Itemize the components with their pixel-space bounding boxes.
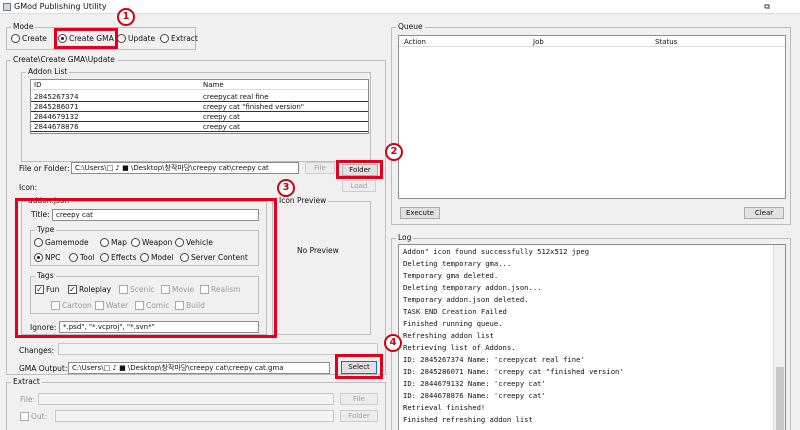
queue-header: Action Job Status [399, 38, 785, 47]
log-line: Finished running queue. [403, 319, 503, 328]
highlight-box-folder [336, 160, 383, 179]
column-name[interactable]: Name [203, 81, 224, 90]
queue-legend: Queue [396, 22, 425, 32]
mode-update-radio[interactable]: Update [117, 34, 155, 43]
addon-table[interactable]: ID Name 2845267374 creepycat real fine 2… [30, 79, 369, 134]
addon-name: creepy cat "finished version" [203, 103, 305, 111]
column-job[interactable]: Job [533, 38, 544, 47]
table-row[interactable]: 2845267374 creepycat real fine [31, 93, 368, 102]
log-scrollbar-thumb[interactable] [776, 367, 784, 430]
extract-legend: Extract [11, 377, 42, 387]
log-line: Temporary addon.json deleted. [403, 295, 529, 304]
addon-list-legend: Addon List [26, 67, 70, 77]
log-line: ID: 2845286071 Name: 'creepy cat "finish… [403, 367, 624, 376]
addon-name: creepycat real fine [203, 93, 269, 101]
clear-button[interactable]: Clear [744, 207, 784, 219]
column-status[interactable]: Status [655, 38, 677, 47]
icon-label: Icon: [19, 183, 38, 192]
file-or-folder-input[interactable]: C:\Users\□ ♪ ■ \Desktop\창작마당\creepy cat\… [71, 162, 299, 174]
load-icon-button[interactable]: Load [342, 180, 376, 192]
log-group: Log Addon" icon found successfully 512x5… [391, 233, 791, 430]
highlight-box-mode [54, 28, 118, 49]
restore-button[interactable]: ⧉ [764, 2, 770, 12]
log-line: Temporary gma deleted. [403, 271, 499, 280]
log-textbox[interactable]: Addon" icon found successfully 512x512 j… [398, 244, 786, 430]
log-line: Addon" icon found successfully 512x512 j… [403, 247, 590, 256]
file-or-folder-label: File or Folder: [19, 164, 70, 173]
highlight-box-addon-json [15, 198, 277, 338]
log-line: Deleting temporary gma... [403, 259, 512, 268]
table-row[interactable]: 2844679132 creepy cat [31, 113, 368, 122]
extract-file-input[interactable] [38, 393, 334, 405]
gma-output-input[interactable]: C:\Users\□ ♪ ■ \Desktop\창작마당\creepy cat\… [68, 362, 330, 374]
extract-group: Extract File: File Out: Folder [6, 377, 386, 430]
table-row[interactable]: 2844678876 creepy cat [31, 123, 368, 132]
column-action[interactable]: Action [404, 38, 426, 47]
log-line: TASK END Creation Failed [403, 307, 507, 316]
radio-indicator [11, 34, 20, 43]
addon-id: 2844678876 [34, 123, 79, 131]
log-line: Retrieval finished! [403, 403, 486, 412]
app-icon [3, 3, 11, 11]
checkbox-empty [20, 412, 29, 421]
changes-label: Changes: [19, 346, 55, 355]
extract-out-checkbox[interactable]: Out: [20, 412, 47, 421]
callout-1: 1 [117, 8, 135, 26]
addon-name: creepy cat [203, 123, 240, 131]
log-legend: Log [396, 233, 414, 243]
mode-extract-radio[interactable]: Extract [160, 34, 198, 43]
log-scrollbar[interactable] [773, 245, 785, 430]
highlight-box-select [335, 354, 383, 379]
log-line: Refreshing addon list [403, 331, 494, 340]
extract-folder-button[interactable]: Folder [340, 410, 378, 422]
extract-file-button[interactable]: File [340, 393, 378, 405]
callout-4: 4 [384, 334, 402, 352]
table-row[interactable]: 2845286071 creepy cat "finished version" [31, 103, 368, 112]
log-line: Retrieving list of Addons. [403, 343, 516, 352]
extract-file-label: File: [20, 395, 36, 404]
addon-id: 2845286071 [34, 103, 79, 111]
log-line: ID: 2844678876 Name: 'creepy cat' [403, 391, 546, 400]
no-preview-text: No Preview [297, 246, 339, 255]
create-panel-legend: Create\Create GMA\Update [11, 55, 117, 65]
log-line: ID: 2845267374 Name: 'creepycat real fin… [403, 355, 585, 364]
radio-indicator [160, 34, 169, 43]
queue-group: Queue Action Job Status Execute Clear [391, 22, 791, 225]
addon-id: 2845267374 [34, 93, 79, 101]
icon-preview-legend: Icon Preview [277, 196, 329, 206]
file-button[interactable]: File [305, 162, 335, 174]
addon-id: 2844679132 [34, 113, 79, 121]
callout-3: 3 [277, 179, 295, 197]
mode-create-radio[interactable]: Create [11, 34, 47, 43]
changes-input[interactable] [58, 343, 378, 355]
window-title: GMod Publishing Utility [14, 2, 107, 11]
log-line: Deleting temporary addon.json... [403, 283, 542, 292]
addon-table-header: ID Name [31, 81, 368, 90]
mode-legend: Mode [11, 22, 36, 32]
radio-indicator [117, 34, 126, 43]
icon-preview-group: Icon Preview No Preview [272, 196, 371, 335]
addon-name: creepy cat [203, 113, 240, 121]
gma-output-label: GMA Output: [19, 364, 68, 373]
execute-button[interactable]: Execute [400, 207, 440, 219]
extract-out-input[interactable] [55, 410, 334, 422]
callout-2: 2 [385, 143, 403, 161]
queue-list[interactable]: Action Job Status [398, 35, 786, 199]
log-line: Finished refreshing addon list [403, 415, 533, 424]
log-line: ID: 2844679132 Name: 'creepy cat' [403, 379, 546, 388]
column-id[interactable]: ID [34, 81, 41, 90]
